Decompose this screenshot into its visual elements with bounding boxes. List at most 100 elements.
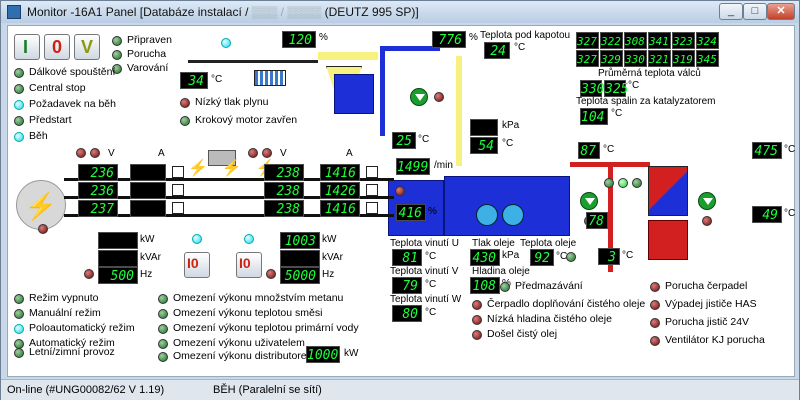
limit-kw-display: 1000: [306, 346, 340, 363]
stop-button[interactable]: 0: [44, 34, 70, 60]
alternator-led: [395, 186, 405, 196]
cylinder-temp: 322: [600, 32, 623, 49]
gas-sensor-led: [221, 38, 231, 48]
catalyst-temp-label: Teplota spalin za katalyzatorem: [576, 96, 716, 107]
app-icon: [7, 5, 21, 19]
cylinder-temp: 345: [696, 50, 719, 67]
mode-item-led: [14, 294, 24, 304]
cooling-pipe: [380, 46, 440, 51]
cylinder-temp: 321: [648, 50, 671, 67]
heat-pump-1[interactable]: [580, 192, 598, 210]
fault-item: Ventilátor KJ porucha: [650, 334, 800, 348]
gen-kw-display: 1003: [280, 232, 320, 249]
limit-item-led: [158, 294, 168, 304]
fault-item-label: Porucha čerpadel: [665, 280, 748, 292]
cylinder-temp: 319: [672, 50, 695, 67]
gen-breaker-contact: [366, 202, 378, 214]
app-window: Monitor -16A1 Panel [Databáze instalací …: [0, 0, 800, 400]
gen-hz-led: [266, 269, 276, 279]
heat-led-3: [632, 178, 642, 188]
gen-breaker-contact: [366, 184, 378, 196]
limit-item-label: Omezení výkonu množstvím metanu: [173, 292, 344, 304]
oil-level-label: Hladina oleje: [472, 266, 530, 277]
limit-item-led: [158, 324, 168, 334]
grid-v-led: [76, 148, 86, 158]
limit-item-led: [158, 339, 168, 349]
gas-pipe-yellow: [318, 52, 378, 60]
mode-item-led: [14, 309, 24, 319]
grid-led: [38, 224, 48, 234]
grid-voltage: 236: [78, 182, 118, 199]
run-request-led: [14, 100, 24, 110]
window-title: Monitor -16A1 Panel [Databáze instalací …: [27, 5, 419, 19]
heat-led-2: [618, 178, 628, 188]
fault-item-label: Porucha jistič 24V: [665, 316, 750, 328]
cooling-pipe-vert: [380, 46, 385, 136]
grid-breaker-button[interactable]: I0: [184, 252, 210, 278]
oil-led: [566, 252, 576, 262]
limit-item-led: [158, 309, 168, 319]
grid-voltage: 237: [78, 200, 118, 217]
oil-pressure-display: 430: [470, 249, 500, 266]
run-status: BĚH (Paralelní se sítí): [213, 384, 322, 396]
running-led: [14, 132, 24, 142]
pressure-display: [470, 119, 498, 136]
remote-start-led: [14, 68, 24, 78]
exhaust-pipe: [456, 56, 462, 166]
winding-v-label: Teplota vinutí V: [390, 266, 459, 277]
gen-current: 1416: [320, 164, 360, 181]
limit-item: Omezení výkonu uživatelem: [158, 337, 418, 351]
cylinder-temp: 341: [648, 32, 671, 49]
engine-motor-1: [476, 204, 498, 226]
cylinder-avg-display-1: 330: [580, 80, 605, 97]
gen-breaker-contact: [366, 166, 378, 178]
cylinder-temp: 330: [624, 50, 647, 67]
heat-exchanger-red: [648, 166, 688, 216]
close-button[interactable]: ✕: [767, 3, 795, 20]
oil-alarm-item-label: Čerpadlo doplňování čistého oleje: [487, 298, 646, 310]
heat-temp-6: 78: [586, 212, 608, 229]
gen-voltage: 238: [264, 164, 304, 181]
minimize-button[interactable]: _: [719, 3, 743, 20]
grid-kvar-display: [98, 250, 138, 267]
gen-voltage: 238: [264, 182, 304, 199]
gen-v-led: [248, 148, 258, 158]
fault-item-led: [650, 282, 660, 292]
gas-pipe: [188, 60, 318, 63]
maximize-button[interactable]: □: [743, 3, 767, 20]
heat-pump-led-2: [702, 216, 712, 226]
oil-alarm-item-label: Předmazávání: [515, 280, 583, 292]
limit-item-label: Omezení výkonu uživatelem: [173, 337, 305, 349]
oil-pressure-label: Tlak oleje: [472, 238, 515, 249]
cylinder-temp: 323: [672, 32, 695, 49]
oil-level-display: 108: [470, 277, 500, 294]
gen-breaker-button[interactable]: I0: [236, 252, 262, 278]
limit-item: Omezení výkonu množstvím metanu: [158, 292, 418, 306]
mode-item-label: Poloautomatický režim: [29, 322, 135, 334]
gen-current: 1426: [320, 182, 360, 199]
oil-alarm-item-led: [472, 300, 482, 310]
grid-breaker-contact: [172, 202, 184, 214]
heat-pump-2[interactable]: [698, 192, 716, 210]
cooling-pump[interactable]: [410, 88, 428, 106]
cooling-pump-led: [434, 92, 444, 102]
oil-alarm-item-led: [472, 330, 482, 340]
grid-current: [130, 182, 166, 199]
valve-percent-display: 776: [432, 31, 466, 48]
gen-v-led-2: [262, 148, 272, 158]
start-button[interactable]: I: [14, 34, 40, 60]
connection-status: On-line (#UNG00082/62 V 1.19): [7, 384, 165, 396]
heat-temp-1: 87: [578, 142, 600, 159]
mix-percent-display: 120: [282, 31, 316, 48]
hood-temp-label: Teplota pod kapotou: [480, 30, 571, 41]
heat-led-1: [604, 178, 614, 188]
acknowledge-button[interactable]: V: [74, 34, 100, 60]
oil-alarm-item-label: Došel čistý olej: [487, 328, 558, 340]
central-stop-led: [14, 84, 24, 94]
grid-breaker-contact: [172, 166, 184, 178]
gen-breaker-led: [244, 234, 254, 244]
winding-u-display: 81: [392, 249, 422, 266]
engine-motor-2: [502, 204, 524, 226]
fault-item-led: [650, 336, 660, 346]
cylinder-temp: 329: [600, 50, 623, 67]
